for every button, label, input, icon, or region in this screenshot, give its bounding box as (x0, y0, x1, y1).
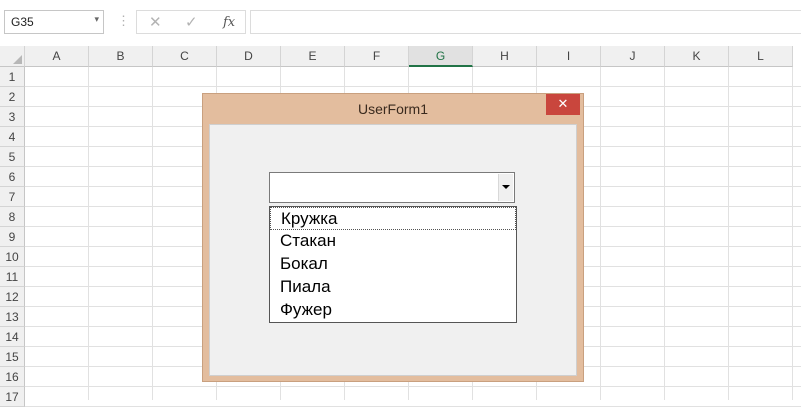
row-header-13[interactable]: 13 (0, 307, 25, 327)
column-header-c[interactable]: C (153, 46, 217, 67)
row-gridline (25, 386, 801, 387)
column-header-b[interactable]: B (89, 46, 153, 67)
row-header-4[interactable]: 4 (0, 127, 25, 147)
column-gridline (664, 67, 665, 400)
formula-input[interactable] (250, 10, 801, 34)
userform-client-area: Кружка Стакан Бокал Пиала Фужер (209, 124, 577, 376)
column-header-f[interactable]: F (345, 46, 409, 67)
combobox-dropdown-button[interactable] (498, 174, 513, 201)
combobox[interactable] (269, 172, 515, 203)
dropdown-option[interactable]: Фужер (270, 299, 516, 322)
dropdown-option[interactable]: Кружка (270, 207, 516, 230)
column-gridline (792, 67, 793, 400)
row-header-11[interactable]: 11 (0, 267, 25, 287)
column-header-h[interactable]: H (473, 46, 537, 67)
row-header-5[interactable]: 5 (0, 147, 25, 167)
select-all-corner[interactable] (0, 46, 25, 67)
row-header-7[interactable]: 7 (0, 187, 25, 207)
column-header-d[interactable]: D (217, 46, 281, 67)
dropdown-option[interactable]: Стакан (270, 230, 516, 253)
select-all-icon (13, 55, 22, 64)
column-gridline (600, 67, 601, 400)
userform-window: UserForm1 ✕ Кружка Стакан Бокал Пиала Фужер (202, 93, 584, 382)
column-header-a[interactable]: A (25, 46, 89, 67)
row-header-16[interactable]: 16 (0, 367, 25, 387)
chevron-down-icon[interactable]: ▾ (94, 14, 99, 25)
column-header-e[interactable]: E (281, 46, 345, 67)
column-header-j[interactable]: J (601, 46, 665, 67)
drag-handle-icon[interactable]: ⋮ (117, 13, 130, 29)
cancel-icon[interactable]: ✕ (149, 13, 162, 31)
insert-function-icon[interactable]: fx (223, 15, 235, 30)
column-header-g[interactable]: G (409, 46, 473, 67)
column-gridline (152, 67, 153, 400)
check-icon[interactable]: ✓ (185, 13, 198, 31)
column-gridline (728, 67, 729, 400)
dropdown-option[interactable]: Бокал (270, 253, 516, 276)
dropdown-arrow-icon (502, 185, 510, 189)
row-header-9[interactable]: 9 (0, 227, 25, 247)
column-gridline (88, 67, 89, 400)
column-header-l[interactable]: L (729, 46, 793, 67)
userform-title: UserForm1 (357, 101, 428, 117)
row-header-12[interactable]: 12 (0, 287, 25, 307)
column-header-i[interactable]: I (537, 46, 601, 67)
row-header-3[interactable]: 3 (0, 107, 25, 127)
close-button[interactable]: ✕ (546, 94, 580, 115)
column-header-k[interactable]: K (665, 46, 729, 67)
row-header-14[interactable]: 14 (0, 327, 25, 347)
row-gridline (25, 86, 801, 87)
row-header-1[interactable]: 1 (0, 67, 25, 87)
row-header-15[interactable]: 15 (0, 347, 25, 367)
name-box-value: G35 (11, 15, 34, 29)
row-header-2[interactable]: 2 (0, 87, 25, 107)
row-header-8[interactable]: 8 (0, 207, 25, 227)
formula-buttons: ✕ ✓ fx (136, 10, 246, 34)
dropdown-option[interactable]: Пиала (270, 276, 516, 299)
combobox-dropdown-list: Кружка Стакан Бокал Пиала Фужер (269, 206, 517, 323)
formula-bar: G35 ▾ ⋮ ✕ ✓ fx (0, 0, 801, 46)
name-box[interactable]: G35 ▾ (4, 10, 104, 34)
row-header-10[interactable]: 10 (0, 247, 25, 267)
row-header-17[interactable]: 17 (0, 387, 25, 407)
row-header-6[interactable]: 6 (0, 167, 25, 187)
